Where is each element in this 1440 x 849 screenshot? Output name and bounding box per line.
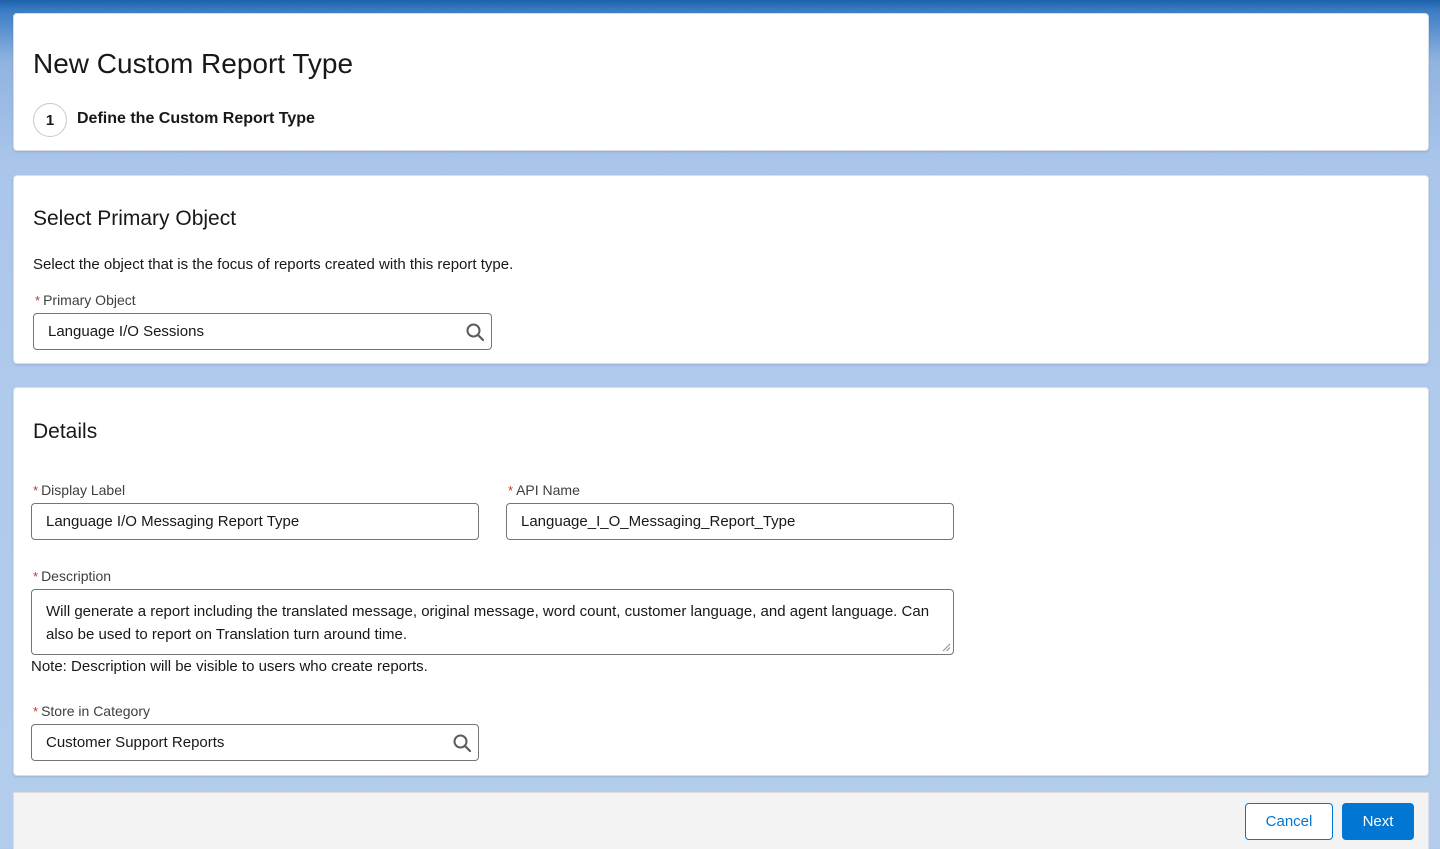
display-label-value: Language I/O Messaging Report Type (46, 513, 300, 530)
required-marker: * (33, 569, 39, 584)
api-name-value: Language_I_O_Messaging_Report_Type (521, 513, 796, 530)
required-marker: * (508, 483, 514, 498)
primary-object-label: * Primary Object (35, 292, 136, 308)
display-label-input[interactable]: Language I/O Messaging Report Type (31, 503, 479, 540)
footer-bar: Cancel Next (13, 792, 1429, 849)
cancel-button[interactable]: Cancel (1245, 803, 1333, 840)
details-card: Details * Display Label Language I/O Mess… (13, 387, 1429, 776)
search-icon[interactable] (452, 733, 472, 753)
primary-object-value: Language I/O Sessions (48, 323, 204, 340)
step-number-badge: 1 (33, 103, 67, 137)
description-label: * Description (33, 568, 112, 584)
api-name-input[interactable]: Language_I_O_Messaging_Report_Type (506, 503, 954, 540)
description-note: Note: Description will be visible to use… (31, 658, 428, 675)
required-marker: * (35, 293, 41, 308)
category-label: * Store in Category (33, 703, 151, 719)
category-lookup-input[interactable]: Customer Support Reports (31, 724, 479, 761)
section-title-primary-object: Select Primary Object (33, 207, 237, 230)
description-value: Will generate a report including the tra… (46, 603, 930, 643)
required-marker: * (33, 704, 39, 719)
api-name-label: * API Name (508, 482, 580, 498)
section-title-details: Details (33, 420, 98, 443)
resize-handle-icon[interactable] (942, 643, 951, 652)
primary-object-card: Select Primary Object Select the object … (13, 175, 1429, 364)
next-button[interactable]: Next (1342, 803, 1414, 840)
step-label: Define the Custom Report Type (77, 110, 315, 127)
description-textarea[interactable]: Will generate a report including the tra… (31, 589, 954, 655)
required-marker: * (33, 483, 39, 498)
header-card: New Custom Report Type 1 Define the Cust… (13, 13, 1429, 151)
category-value: Customer Support Reports (46, 734, 225, 751)
page-title: New Custom Report Type (33, 48, 354, 79)
display-label-label: * Display Label (33, 482, 126, 498)
primary-object-lookup-input[interactable]: Language I/O Sessions (33, 313, 492, 350)
primary-object-description: Select the object that is the focus of r… (33, 256, 514, 273)
search-icon[interactable] (465, 322, 485, 342)
